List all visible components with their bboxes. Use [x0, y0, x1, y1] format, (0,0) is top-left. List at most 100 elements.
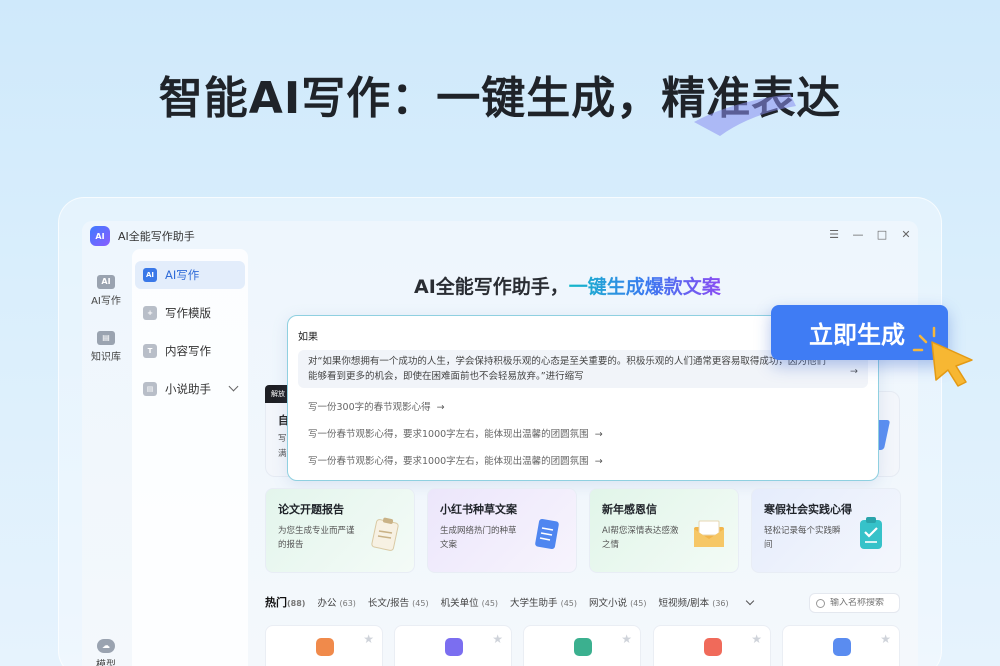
- tab-office[interactable]: 办公 (63): [317, 595, 355, 609]
- app-logo-icon: AI: [90, 226, 110, 246]
- arrow-right-icon: →: [594, 429, 603, 440]
- rail-label: 知识库: [91, 352, 121, 363]
- tab-label: 短视频/剧本: [658, 598, 710, 609]
- partial-card-line: 满: [278, 449, 287, 459]
- tab-count: (45): [560, 599, 578, 608]
- text-icon: T: [143, 344, 157, 358]
- star-icon[interactable]: ★: [492, 632, 503, 646]
- sidebar-item-label: 小说助手: [165, 382, 211, 396]
- feature-card-desc: AI帮您深情表达感激之情: [602, 526, 679, 550]
- category-tabs: 热门(88) 办公 (63) 长文/报告 (45) 机关单位 (45) 大学生助…: [265, 592, 754, 612]
- sidebar-item-templates[interactable]: + 写作模版: [135, 299, 245, 327]
- template-card[interactable]: ★: [265, 625, 383, 666]
- rail-item-model[interactable]: ☁ 模型: [82, 639, 130, 666]
- cloud-icon: ☁: [97, 639, 115, 653]
- suggestion-text: 对“如果你想拥有一个成功的人生，学会保持积极乐观的心态是至关重要的。积极乐观的人…: [308, 356, 826, 382]
- main-heading: AI全能写作助手，一键生成爆款文案: [414, 272, 721, 299]
- feature-card-xiaohongshu[interactable]: 小红书种草文案 生成网络热门的种草文案: [427, 488, 577, 573]
- rail-item-knowledge[interactable]: ▤ 知识库: [82, 331, 130, 363]
- app-title: AI全能写作助手: [118, 230, 195, 243]
- tab-count: (36): [712, 599, 729, 608]
- tab-label: 大学生助手: [510, 598, 558, 609]
- document-icon: [535, 518, 559, 550]
- suggestion-text: 写一份春节观影心得，要求1000字左右，能体现出温馨的团圆氛围: [308, 456, 589, 467]
- suggestion-item[interactable]: 写一份春节观影心得，要求1000字左右，能体现出温馨的团圆氛围 →: [298, 423, 868, 446]
- tab-report[interactable]: 长文/报告 (45): [368, 595, 429, 609]
- sidebar-item-novel[interactable]: ▤ 小说助手: [135, 375, 245, 403]
- template-card[interactable]: ★: [523, 625, 641, 666]
- arrow-right-icon: →: [436, 402, 445, 413]
- feature-card-desc: 轻松记录每个实践瞬间: [764, 526, 841, 550]
- template-icon: [316, 638, 334, 656]
- tab-label: 热门: [265, 596, 287, 609]
- minimize-icon[interactable]: —: [852, 229, 864, 241]
- tab-short-video[interactable]: 短视频/剧本 (36): [658, 595, 728, 609]
- maximize-icon[interactable]: □: [876, 229, 888, 241]
- ai-icon: AI: [97, 275, 115, 289]
- template-icon: [574, 638, 592, 656]
- feature-card-thesis[interactable]: 论文开题报告 为您生成专业而严谨的报告: [265, 488, 415, 573]
- template-icon: [704, 638, 722, 656]
- arrow-right-icon: →: [850, 366, 858, 377]
- search-icon: [816, 598, 825, 608]
- sidebar-item-label: 写作模版: [165, 306, 211, 320]
- sidebar: AI AI写作 + 写作模版 T 内容写作 ▤ 小说助手: [132, 249, 248, 666]
- envelope-icon: [694, 520, 724, 547]
- chevron-down-icon[interactable]: [228, 381, 239, 392]
- rail-label: AI写作: [91, 296, 121, 307]
- tab-count: (88): [287, 599, 306, 608]
- prompt-input[interactable]: 如果: [298, 328, 318, 343]
- menu-icon[interactable]: ☰: [828, 229, 840, 241]
- titlebar: AI AI全能写作助手 ☰ — □ ✕: [82, 221, 918, 251]
- star-icon[interactable]: ★: [363, 632, 374, 646]
- feature-card-newyear-letter[interactable]: 新年感恩信 AI帮您深情表达感激之情: [589, 488, 739, 573]
- tab-count: (45): [481, 599, 499, 608]
- tab-institution[interactable]: 机关单位 (45): [441, 595, 498, 609]
- sidebar-item-ai-writing[interactable]: AI AI写作: [135, 261, 245, 289]
- clipboard-icon: [371, 517, 399, 551]
- sidebar-item-label: AI写作: [165, 268, 200, 282]
- template-icon: [445, 638, 463, 656]
- rail-item-ai-writing[interactable]: AI AI写作: [82, 275, 130, 307]
- checklist-icon: [860, 517, 882, 549]
- swoosh-decoration: [694, 94, 796, 136]
- hero-title: 智能AI写作：一键生成，精准表达: [158, 73, 842, 124]
- app-window: AI AI全能写作助手 ☰ — □ ✕ AI AI写作 ▤ 知识库 ☁ 模型 A…: [82, 221, 918, 666]
- heading-highlight: 一键生成爆款文案: [568, 276, 721, 298]
- template-icon: [833, 638, 851, 656]
- tab-student[interactable]: 大学生助手 (45): [510, 595, 577, 609]
- template-card[interactable]: ★: [653, 625, 771, 666]
- search-input[interactable]: [830, 598, 894, 608]
- suggestion-text: 写一份春节观影心得，要求1000字左右，能体现出温馨的团圆氛围: [308, 429, 589, 440]
- tab-hot[interactable]: 热门(88): [265, 594, 305, 610]
- tab-label: 办公: [317, 598, 337, 609]
- template-icon: +: [143, 306, 157, 320]
- ai-icon: AI: [143, 268, 157, 282]
- sidebar-item-label: 内容写作: [165, 344, 211, 358]
- tab-label: 长文/报告: [367, 598, 410, 609]
- nav-rail: AI AI写作 ▤ 知识库 ☁ 模型: [82, 251, 130, 666]
- suggestion-item[interactable]: 写一份300字的春节观影心得 →: [298, 396, 868, 419]
- tab-count: (45): [412, 599, 429, 608]
- template-card[interactable]: ★: [394, 625, 512, 666]
- tab-count: (63): [339, 599, 356, 608]
- tab-label: 机关单位: [440, 598, 479, 609]
- tab-label: 网文小说: [589, 598, 628, 609]
- tab-count: (45): [630, 599, 647, 608]
- suggestion-item[interactable]: 写一份春节观影心得，要求1000字左右，能体现出温馨的团圆氛围 →: [298, 450, 868, 473]
- star-icon[interactable]: ★: [621, 632, 632, 646]
- star-icon[interactable]: ★: [880, 632, 891, 646]
- close-icon[interactable]: ✕: [900, 229, 912, 241]
- template-card[interactable]: ★: [782, 625, 900, 666]
- feature-card-winter-practice[interactable]: 寒假社会实践心得 轻松记录每个实践瞬间: [751, 488, 901, 573]
- star-icon[interactable]: ★: [751, 632, 762, 646]
- tab-web-novel[interactable]: 网文小说 (45): [589, 595, 646, 609]
- suggestion-text: 写一份300字的春节观影心得: [308, 402, 431, 413]
- feature-card-desc: 生成网络热门的种草文案: [440, 526, 517, 550]
- feature-card-desc: 为您生成专业而严谨的报告: [278, 526, 355, 550]
- book-icon: ▤: [143, 382, 157, 396]
- search-box[interactable]: [809, 593, 900, 613]
- chevron-down-icon[interactable]: [745, 596, 754, 605]
- rail-label: 模型: [96, 660, 116, 666]
- sidebar-item-content[interactable]: T 内容写作: [135, 337, 245, 365]
